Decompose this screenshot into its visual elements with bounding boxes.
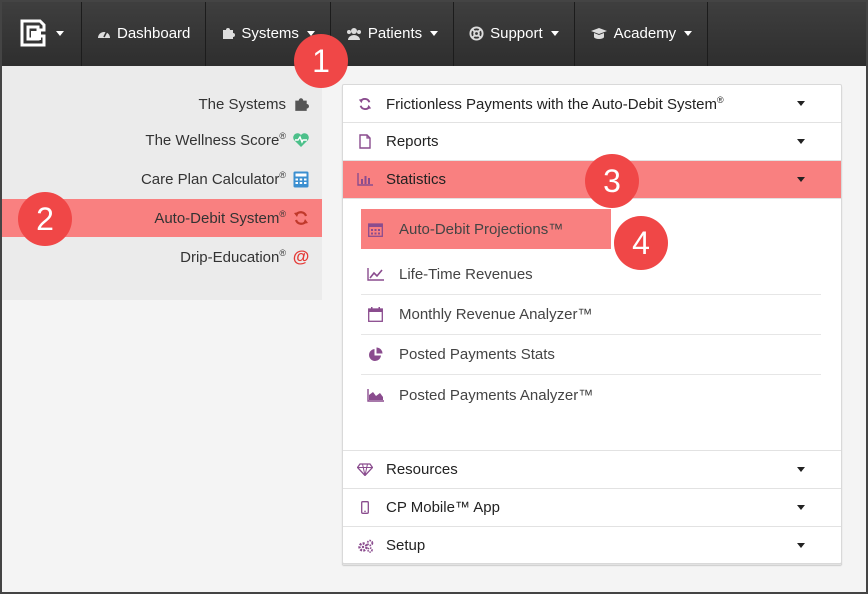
lifebuoy-icon — [469, 25, 484, 41]
submenu-posted-payments-stats[interactable]: Posted Payments Stats — [361, 335, 821, 375]
sidebar-empty-area — [2, 300, 322, 592]
step-badge-2: 2 — [18, 192, 72, 246]
document-icon — [355, 134, 375, 149]
calendar-outline-icon — [365, 307, 385, 322]
submenu-label: Life-Time Revenues — [399, 266, 533, 283]
section-setup[interactable]: Setup — [343, 527, 841, 565]
refresh-icon — [292, 209, 310, 227]
nav-dashboard[interactable]: Dashboard — [82, 0, 207, 66]
gears-icon — [355, 539, 375, 553]
chevron-down-icon — [797, 467, 805, 472]
area-chart-icon — [365, 388, 385, 402]
step-badge-3: 3 — [585, 154, 639, 208]
diamond-icon — [355, 463, 375, 476]
chevron-down-icon — [797, 177, 805, 182]
chevron-down-icon — [797, 543, 805, 548]
sidebar-item-the-systems[interactable]: The Systems — [2, 85, 322, 123]
submenu-label: Auto-Debit Projections™ — [399, 220, 564, 238]
submenu-posted-payments-analyzer[interactable]: Posted Payments Analyzer™ — [361, 375, 821, 415]
top-navbar: Dashboard Systems Patients Support Acade… — [0, 0, 868, 66]
nav-dashboard-label: Dashboard — [117, 24, 191, 42]
section-label: CP Mobile™ App — [386, 499, 500, 516]
bar-chart-icon — [355, 173, 375, 186]
chevron-down-icon — [550, 30, 559, 36]
nav-academy[interactable]: Academy — [575, 0, 709, 66]
section-label: Setup — [386, 537, 426, 554]
nav-patients[interactable]: Patients — [331, 0, 455, 66]
statistics-submenu: Auto-Debit Projections™ Life-Time Revenu… — [343, 199, 841, 451]
puzzle-icon — [223, 28, 236, 39]
sidebar-item-label: Drip-Education® — [180, 248, 286, 266]
calendar-icon — [365, 222, 385, 237]
sidebar: The Systems The Wellness Score® Care Pla… — [2, 66, 322, 300]
submenu-life-time-revenues[interactable]: Life-Time Revenues — [361, 255, 821, 295]
chevron-down-icon — [430, 30, 439, 36]
refresh-icon — [355, 97, 375, 111]
puzzle-icon — [292, 95, 310, 113]
sidebar-item-label: Auto-Debit System® — [154, 209, 286, 227]
logo-menu-button[interactable] — [0, 0, 82, 66]
mobile-icon — [355, 501, 375, 514]
nav-patients-label: Patients — [367, 24, 423, 42]
sidebar-item-label: The Wellness Score® — [145, 131, 286, 149]
section-label: Reports — [386, 133, 439, 150]
submenu-monthly-revenue-analyzer[interactable]: Monthly Revenue Analyzer™ — [361, 295, 821, 335]
logo-icon — [20, 19, 45, 47]
chevron-down-icon — [797, 101, 805, 106]
chevron-down-icon — [684, 30, 693, 36]
submenu-label: Monthly Revenue Analyzer™ — [399, 306, 593, 323]
submenu-label: Posted Payments Analyzer™ — [399, 386, 594, 404]
calculator-icon — [292, 170, 310, 188]
step-badge-1: 1 — [294, 34, 348, 88]
sidebar-item-label: Care Plan Calculator® — [140, 170, 286, 188]
section-label: Resources — [386, 461, 458, 478]
section-reports[interactable]: Reports — [343, 123, 841, 161]
heart-pulse-icon — [292, 131, 310, 149]
at-sign-icon: @ — [292, 247, 310, 266]
submenu-label: Posted Payments Stats — [399, 346, 555, 363]
step-badge-4: 4 — [614, 216, 668, 270]
section-cp-mobile-app[interactable]: CP Mobile™ App — [343, 489, 841, 527]
nav-systems-label: Systems — [241, 24, 299, 42]
nav-support[interactable]: Support — [454, 0, 575, 66]
chevron-down-icon — [55, 30, 64, 36]
submenu-auto-debit-projections[interactable]: Auto-Debit Projections™ — [361, 209, 611, 249]
users-icon — [346, 27, 361, 40]
accordion-panel: Frictionless Payments with the Auto-Debi… — [342, 84, 842, 565]
chevron-down-icon — [797, 505, 805, 510]
nav-academy-label: Academy — [613, 24, 677, 42]
nav-support-label: Support — [490, 24, 543, 42]
dashboard-icon — [98, 30, 110, 38]
sidebar-item-label: The Systems — [198, 96, 286, 113]
line-chart-icon — [365, 268, 385, 281]
section-label: Frictionless Payments with the Auto-Debi… — [386, 94, 724, 113]
chevron-down-icon — [797, 139, 805, 144]
pie-chart-icon — [365, 347, 385, 362]
graduation-cap-icon — [590, 27, 607, 39]
section-frictionless-payments[interactable]: Frictionless Payments with the Auto-Debi… — [343, 85, 841, 123]
section-resources[interactable]: Resources — [343, 451, 841, 489]
sidebar-item-wellness-score[interactable]: The Wellness Score® — [2, 121, 322, 159]
section-label: Statistics — [386, 171, 447, 188]
